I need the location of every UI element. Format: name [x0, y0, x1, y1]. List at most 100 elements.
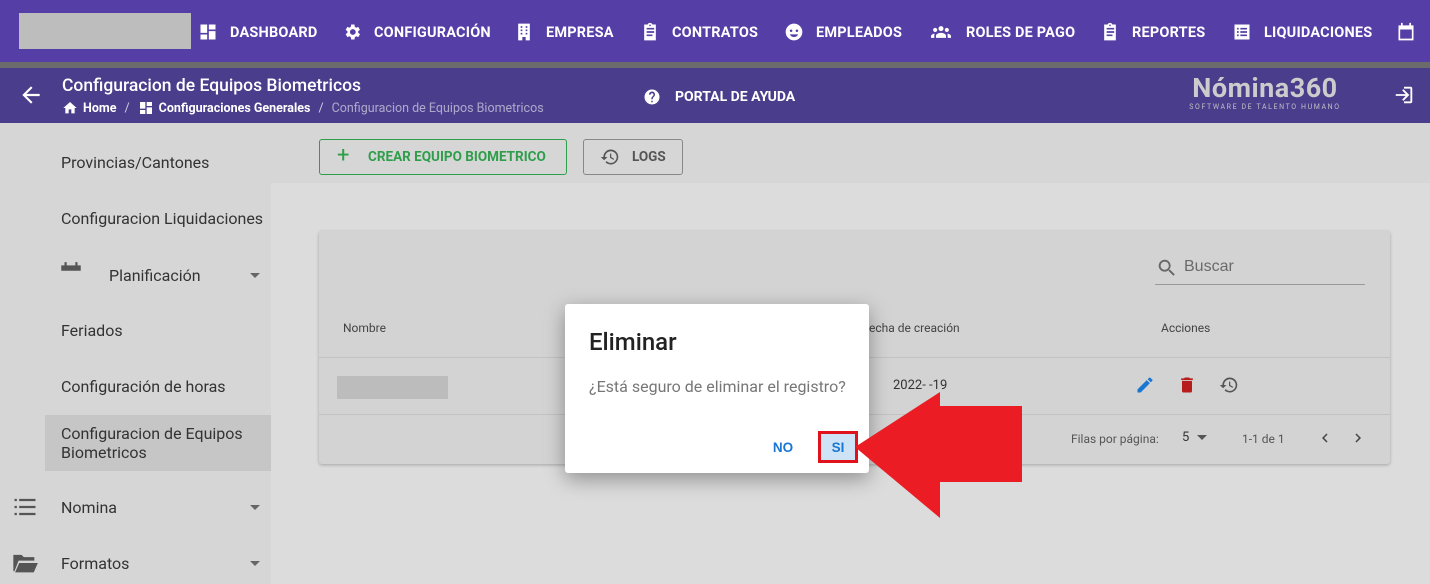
pagination-range: 1-1 de 1: [1242, 432, 1285, 446]
calendar-icon: [58, 261, 86, 289]
row-date-cell: 2022- -19: [893, 378, 948, 393]
folder-open-icon: [11, 549, 39, 577]
page-header: Configuracion de Equipos Biometricos Hom…: [0, 68, 1430, 123]
nav-roles-de-pago-label: ROLES DE PAGO: [966, 23, 1076, 41]
chevron-down-icon: [1197, 435, 1208, 440]
chevron-left-icon: [1322, 433, 1328, 443]
back-button[interactable]: [18, 82, 44, 108]
dashboard-icon: [139, 102, 152, 114]
sidebar-item-label: Configuracion de Equipos Biometricos: [61, 424, 243, 462]
sidebar-item-label: Feriados: [61, 320, 123, 340]
nav-empleados[interactable]: EMPLEADOS: [784, 0, 902, 64]
nav-contratos[interactable]: CONTRATOS: [640, 0, 758, 64]
company-logo: [19, 13, 191, 49]
delete-confirm-dialog: Eliminar ¿Está seguro de eliminar el reg…: [565, 304, 869, 473]
nav-calendar[interactable]: [1396, 0, 1428, 64]
delete-button[interactable]: [1177, 375, 1197, 395]
sidebar-item-label: Nomina: [61, 497, 117, 517]
sidebar-item-label: Formatos: [61, 553, 130, 573]
column-header-acciones: Acciones: [1161, 321, 1211, 335]
history-icon: [1219, 377, 1238, 393]
column-header-fecha-creacion[interactable]: echa de creación: [869, 321, 960, 335]
clipboard-icon: [644, 22, 656, 41]
logout-button[interactable]: [1393, 84, 1415, 106]
help-icon: [644, 89, 660, 105]
nav-empresa-label: EMPRESA: [546, 23, 614, 41]
annotation-arrow-icon: [855, 392, 1022, 518]
nav-empleados-label: EMPLEADOS: [816, 23, 903, 41]
face-icon: [785, 23, 803, 41]
report-icon: [1104, 22, 1116, 41]
top-navbar: DASHBOARD CONFIGURACIÓN EMPRESA CONTRATO…: [0, 0, 1430, 64]
breadcrumb-home-label: Home: [83, 100, 117, 116]
nav-configuracion-label: CONFIGURACIÓN: [374, 23, 491, 41]
chevron-right-icon: [1355, 433, 1361, 443]
nav-contratos-label: CONTRATOS: [672, 23, 759, 41]
rows-per-page-select[interactable]: 5: [1182, 430, 1208, 445]
create-biometric-label: CREAR EQUIPO BIOMETRICO: [368, 149, 546, 165]
brand-name: Nómina360: [1192, 72, 1338, 104]
list-icon: [11, 493, 39, 521]
plus-icon: +: [337, 143, 350, 168]
search-icon: [1158, 259, 1175, 276]
logs-label: LOGS: [632, 149, 666, 165]
brand-tagline: SOFTWARE DE TALENTO HUMANO: [1189, 103, 1341, 111]
nav-dashboard-label: DASHBOARD: [230, 23, 318, 41]
rows-per-page-value: 5: [1182, 430, 1190, 445]
breadcrumb-section[interactable]: Configuraciones Generales: [138, 100, 310, 116]
building-icon: [518, 23, 530, 41]
sidebar-item-planificacion[interactable]: Planificación: [0, 261, 271, 289]
logout-icon: [1395, 86, 1413, 104]
list-icon: [1234, 24, 1250, 40]
column-header-nombre[interactable]: Nombre: [343, 321, 386, 335]
dialog-no-button[interactable]: NO: [765, 431, 801, 463]
help-portal-label: PORTAL DE AYUDA: [675, 89, 796, 105]
nav-configuracion[interactable]: CONFIGURACIÓN: [342, 0, 491, 64]
nav-liquidaciones[interactable]: LIQUIDACIONES: [1232, 0, 1372, 64]
sidebar-item-label: Provincias/Cantones: [61, 152, 210, 172]
chevron-down-icon: [250, 505, 260, 510]
search-field: [1155, 251, 1365, 285]
sidebar-item-liquidaciones[interactable]: Configuracion Liquidaciones: [0, 207, 271, 229]
nav-empresa[interactable]: EMPRESA: [514, 0, 614, 64]
dashboard-icon: [200, 24, 216, 40]
nav-reportes-label: REPORTES: [1132, 23, 1206, 41]
help-portal-link[interactable]: PORTAL DE AYUDA: [643, 88, 795, 106]
sidebar-item-formatos[interactable]: Formatos: [0, 549, 271, 577]
sidebar-item-label: Configuracion Liquidaciones: [61, 208, 264, 228]
row-name-cell: [337, 376, 448, 399]
nav-reportes[interactable]: REPORTES: [1100, 0, 1205, 64]
breadcrumb: Home / Configuraciones Generales / Confi…: [62, 100, 544, 116]
brand-logo: Nómina360 SOFTWARE DE TALENTO HUMANO: [1170, 74, 1360, 111]
nav-dashboard[interactable]: DASHBOARD: [198, 0, 318, 64]
dialog-title: Eliminar: [589, 328, 677, 356]
gear-icon: [345, 24, 360, 40]
sidebar: Provincias/Cantones Configuracion Liquid…: [0, 123, 271, 584]
rows-per-page-label: Filas por página:: [1071, 432, 1159, 446]
breadcrumb-separator: /: [124, 100, 130, 116]
edit-button[interactable]: [1135, 375, 1155, 395]
history-icon: [600, 149, 619, 165]
trash-icon: [1181, 377, 1193, 393]
history-button[interactable]: [1219, 375, 1239, 395]
arrow-back-icon: [22, 86, 40, 104]
prev-page-button[interactable]: [1316, 429, 1334, 447]
sidebar-item-feriados[interactable]: Feriados: [0, 319, 271, 341]
sidebar-item-equipos-biometricos[interactable]: Configuracion de Equipos Biometricos: [45, 415, 271, 471]
sidebar-item-nomina[interactable]: Nomina: [0, 493, 271, 521]
next-page-button[interactable]: [1349, 429, 1367, 447]
breadcrumb-home[interactable]: Home: [62, 100, 116, 116]
sidebar-item-horas[interactable]: Configuración de horas: [0, 375, 271, 397]
nav-liquidaciones-label: LIQUIDACIONES: [1264, 23, 1373, 41]
sidebar-item-label: Planificación: [109, 265, 201, 285]
breadcrumb-separator: /: [318, 100, 324, 116]
nav-roles-de-pago[interactable]: ROLES DE PAGO: [928, 0, 1075, 64]
sidebar-item-provincias[interactable]: Provincias/Cantones: [0, 151, 271, 173]
create-biometric-button[interactable]: + CREAR EQUIPO BIOMETRICO: [319, 139, 567, 175]
logs-button[interactable]: LOGS: [583, 139, 683, 175]
home-icon: [63, 102, 77, 114]
pencil-icon: [1137, 377, 1153, 393]
dialog-message: ¿Está seguro de eliminar el registro?: [589, 377, 846, 396]
search-input[interactable]: [1182, 255, 1362, 279]
sidebar-item-label: Configuración de horas: [61, 376, 226, 396]
